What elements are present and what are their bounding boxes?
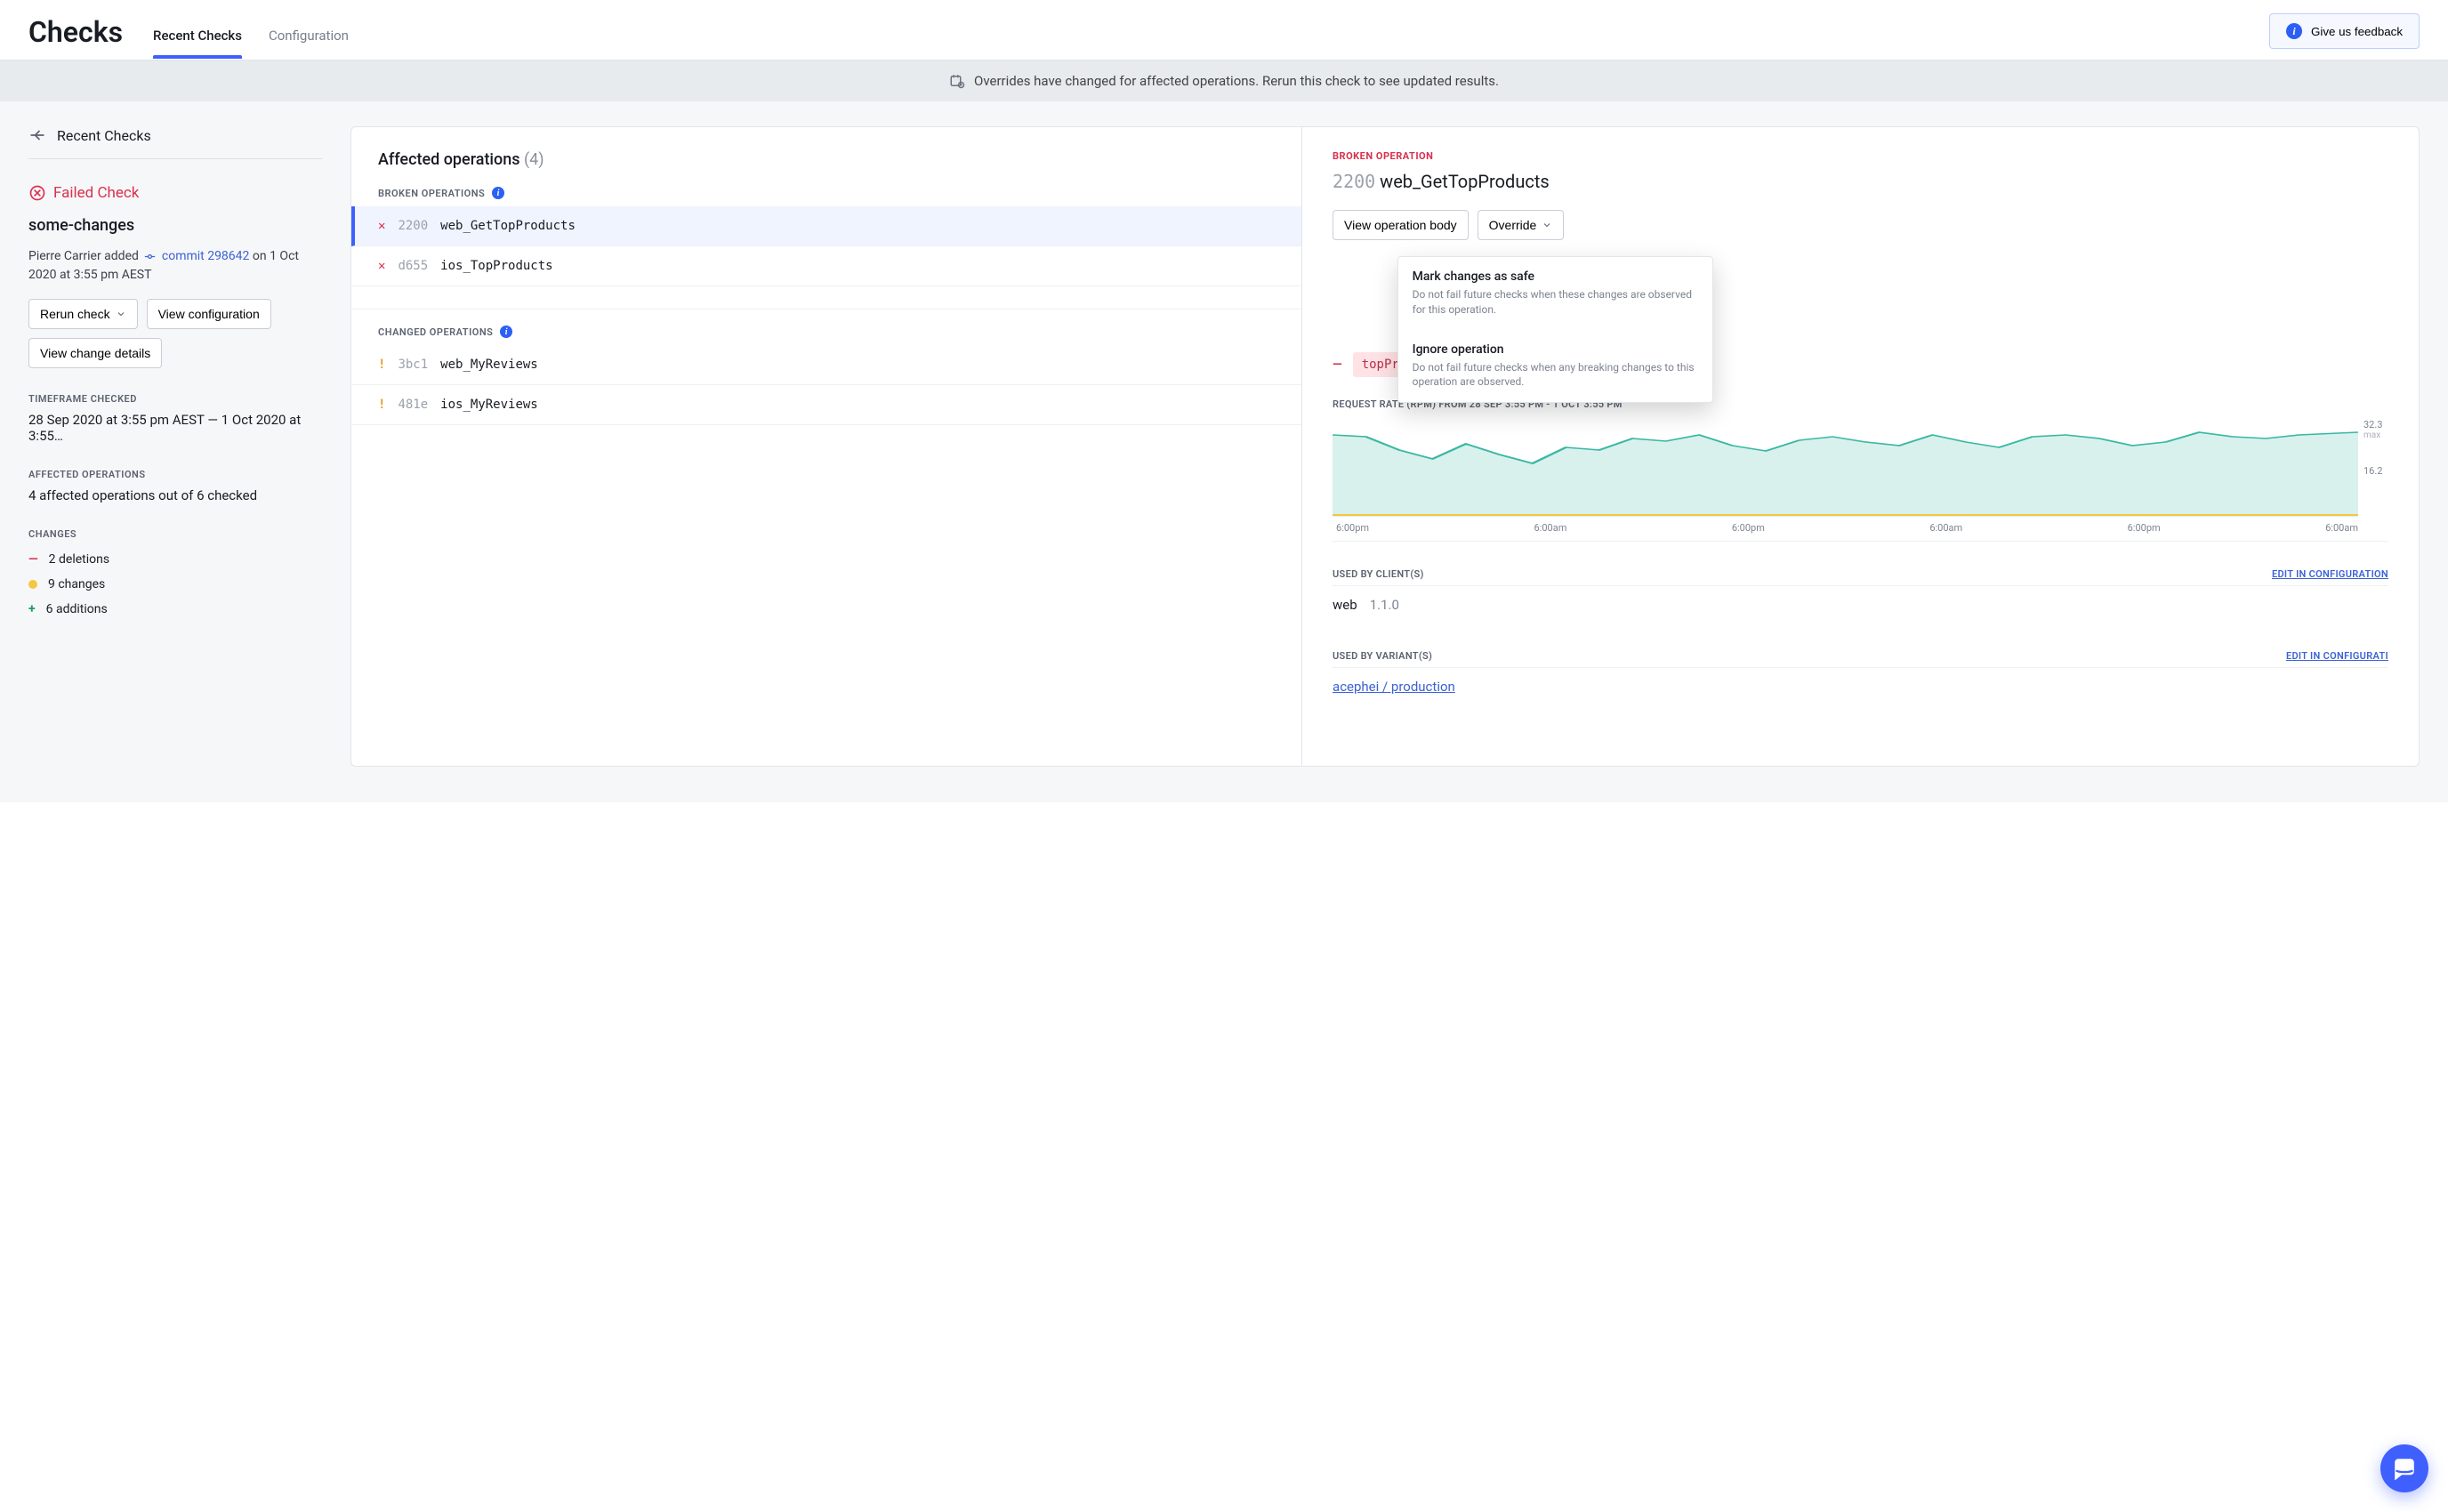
- overrides-banner: Overrides have changed for affected oper…: [0, 60, 2448, 101]
- x-icon: ✕: [378, 219, 385, 233]
- tab-recent-checks[interactable]: Recent Checks: [153, 28, 242, 58]
- affected-value: 4 affected operations out of 6 checked: [28, 487, 322, 503]
- minus-icon: —: [1333, 358, 1342, 372]
- affected-operations-title: Affected operations (4): [351, 150, 1301, 169]
- override-button[interactable]: Override: [1478, 210, 1565, 240]
- request-rate-chart: 32.3max 16.2 6:00pm 6:00am 6:00pm 6:00am…: [1333, 419, 2388, 542]
- edit-config-clients-link[interactable]: EDIT IN CONFIGURATION: [2272, 568, 2388, 580]
- arrow-left-icon: [28, 126, 46, 144]
- chat-icon: [2392, 1456, 2417, 1481]
- timeframe-value: 28 Sep 2020 at 3:55 pm AEST — 1 Oct 2020…: [28, 412, 322, 444]
- commit-icon: [143, 250, 157, 263]
- commit-link[interactable]: commit 298642: [162, 249, 250, 263]
- changed-operations-label: CHANGED OPERATIONS i: [351, 326, 1301, 338]
- mark-changes-as-safe-option[interactable]: Mark changes as safe Do not fail future …: [1398, 257, 1712, 330]
- failed-icon: [28, 184, 46, 202]
- minus-icon: —: [28, 552, 38, 567]
- ignore-operation-option[interactable]: Ignore operation Do not fail future chec…: [1398, 330, 1712, 403]
- give-feedback-label: Give us feedback: [2311, 25, 2403, 38]
- variant-link[interactable]: acephei / production: [1333, 679, 1455, 695]
- view-configuration-button[interactable]: View configuration: [147, 299, 271, 329]
- back-label: Recent Checks: [57, 127, 151, 144]
- tab-configuration[interactable]: Configuration: [269, 28, 349, 58]
- chevron-down-icon: [116, 309, 126, 319]
- override-dropdown: Mark changes as safe Do not fail future …: [1397, 256, 1713, 403]
- page-title: Checks: [28, 15, 123, 49]
- operation-row-web-gettopproducts[interactable]: ✕ 2200 web_GetTopProducts: [351, 206, 1301, 246]
- info-icon: i: [2286, 23, 2302, 39]
- broken-operation-badge: BROKEN OPERATION: [1333, 150, 2388, 162]
- give-feedback-button[interactable]: i Give us feedback: [2269, 13, 2420, 49]
- rerun-check-button[interactable]: Rerun check: [28, 299, 138, 329]
- client-row: web 1.1.0: [1333, 586, 2388, 623]
- edit-config-variants-link[interactable]: EDIT IN CONFIGURATI: [2286, 650, 2388, 662]
- additions-row: +6 additions: [28, 597, 322, 622]
- view-change-details-button[interactable]: View change details: [28, 338, 162, 368]
- dot-icon: [28, 580, 37, 589]
- check-status: Failed Check: [28, 184, 322, 202]
- used-by-variants-label: USED BY VARIANT(S): [1333, 650, 1432, 662]
- used-by-clients-label: USED BY CLIENT(S): [1333, 568, 1424, 580]
- deletions-row: —2 deletions: [28, 547, 322, 572]
- changes-label: CHANGES: [28, 528, 322, 540]
- x-icon: ✕: [378, 259, 385, 273]
- changes-row: 9 changes: [28, 572, 322, 597]
- check-name: some-changes: [28, 216, 322, 235]
- check-meta: Pierre Carrier added commit 298642 on 1 …: [28, 247, 322, 285]
- info-icon[interactable]: i: [500, 326, 512, 338]
- timeframe-label: TIMEFRAME CHECKED: [28, 393, 322, 405]
- chat-fab[interactable]: [2380, 1444, 2428, 1492]
- operation-row-ios-myreviews[interactable]: ! 481e ios_MyReviews: [351, 385, 1301, 425]
- warning-icon: !: [378, 358, 385, 372]
- operation-row-web-myreviews[interactable]: ! 3bc1 web_MyReviews: [351, 345, 1301, 385]
- broken-operations-label: BROKEN OPERATIONS i: [351, 187, 1301, 199]
- operation-title: 2200 web_GetTopProducts: [1333, 171, 2388, 192]
- view-operation-body-button[interactable]: View operation body: [1333, 210, 1469, 240]
- operation-row-ios-topproducts[interactable]: ✕ d655 ios_TopProducts: [351, 246, 1301, 286]
- affected-label: AFFECTED OPERATIONS: [28, 469, 322, 480]
- calendar-refresh-icon: [949, 73, 965, 89]
- plus-icon: +: [28, 602, 36, 616]
- info-icon[interactable]: i: [492, 187, 504, 199]
- warning-icon: !: [378, 398, 385, 412]
- chevron-down-icon: [1542, 220, 1552, 230]
- back-to-recent-checks[interactable]: Recent Checks: [28, 126, 322, 159]
